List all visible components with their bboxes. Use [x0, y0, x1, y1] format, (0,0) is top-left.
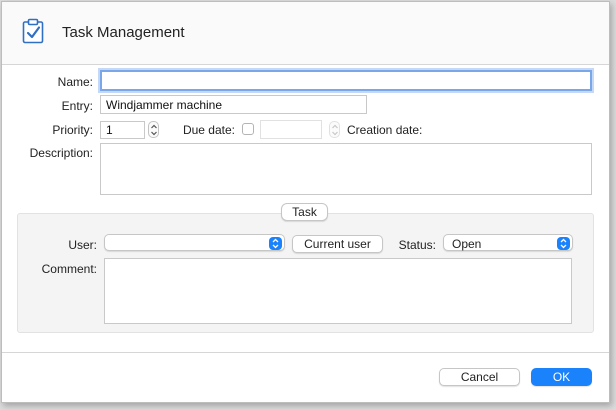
ok-button[interactable]: OK [531, 368, 592, 386]
priority-stepper[interactable] [148, 121, 159, 138]
chevron-up-down-icon [557, 237, 570, 250]
status-select[interactable]: Open [443, 234, 573, 251]
task-panel-title: Task [281, 203, 328, 221]
entry-input[interactable] [100, 95, 367, 114]
status-select-value: Open [452, 237, 482, 251]
clipboard-check-icon [22, 18, 44, 44]
priority-label: Priority: [52, 123, 93, 137]
due-date-input[interactable] [260, 120, 322, 139]
footer-divider [2, 352, 609, 353]
current-user-button[interactable]: Current user [292, 235, 383, 253]
description-label: Description: [29, 146, 93, 160]
comment-label: Comment: [41, 262, 97, 276]
cancel-button[interactable]: Cancel [439, 368, 520, 386]
due-date-checkbox[interactable] [242, 123, 254, 135]
dialog-header: Task Management [2, 2, 609, 65]
due-date-label: Due date: [182, 123, 235, 137]
comment-textarea[interactable] [104, 258, 572, 324]
priority-input[interactable] [100, 121, 145, 139]
user-select[interactable] [104, 234, 285, 251]
name-label: Name: [57, 75, 93, 89]
description-textarea[interactable] [100, 143, 592, 195]
dialog-title: Task Management [62, 24, 185, 41]
user-label: User: [68, 238, 97, 252]
creation-date-label: Creation date: [347, 123, 423, 137]
status-label: Status: [398, 238, 436, 252]
task-management-dialog: Task Management Name: Entry: Priority: D… [1, 1, 610, 403]
entry-label: Entry: [61, 99, 93, 113]
due-date-stepper[interactable] [329, 121, 340, 138]
chevron-up-down-icon [269, 237, 282, 250]
name-input[interactable] [100, 70, 592, 91]
